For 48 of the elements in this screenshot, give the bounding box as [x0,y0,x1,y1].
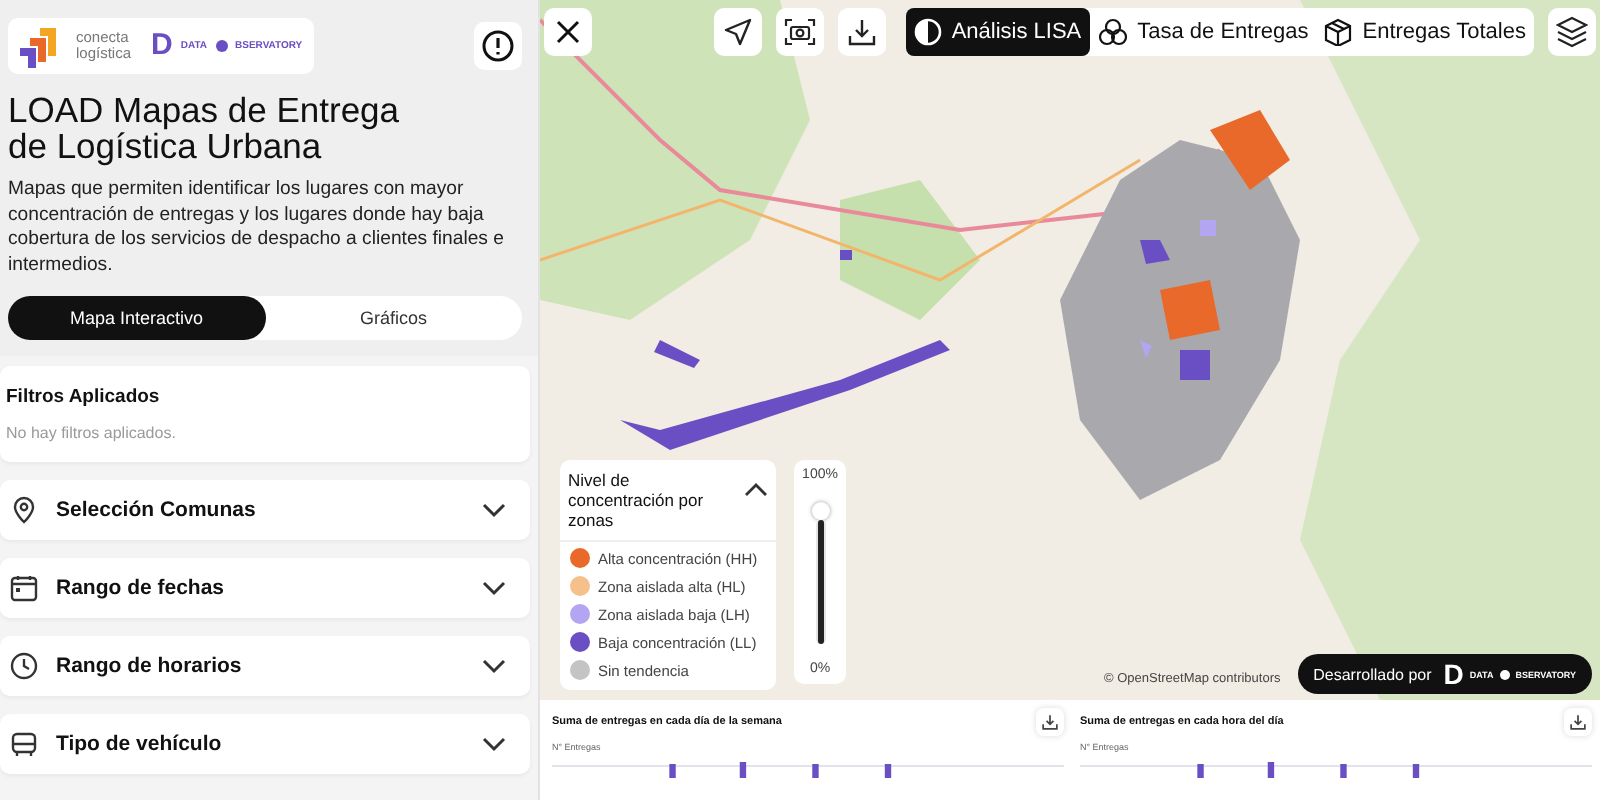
download-icon [847,18,876,46]
box-icon [1324,18,1353,46]
chevron-icon [482,580,506,596]
calendar-icon [10,574,38,602]
filter-accordion[interactable]: Rango de horarios [0,636,530,696]
download-icon [1042,714,1058,730]
screenshot-button[interactable] [775,8,824,56]
chevron-icon [482,502,506,518]
close-button[interactable] [544,8,592,56]
description: Mapas que permiten identificar los lugares con mayor concentración de entregas y los lugares donde hay baja cobertura de los servicios de despacho a clientes finales e intermedios. [8,178,506,278]
logo-letter: D [151,30,173,62]
download-button[interactable] [1564,708,1592,736]
legend-header[interactable]: Nivel de concentración por zonas [560,460,776,542]
page-title: LOAD Mapas de Entrega de Logística Urbana [8,92,402,164]
view-tab[interactable]: Gráficos [265,296,522,340]
info-button[interactable] [474,22,522,70]
slider-thumb[interactable] [811,501,829,519]
credit-label: Desarrollado por [1313,665,1432,683]
view-tab[interactable]: Mapa Interactivo [8,296,265,340]
empty-text: No hay filtros aplicados. [6,424,178,442]
chevron-icon [482,658,506,674]
layers-button[interactable] [1548,8,1596,56]
info-icon [482,30,514,62]
locate-button[interactable] [713,8,762,56]
contrast-icon [913,18,942,46]
layer-tab[interactable]: Análisis LISA [905,8,1090,56]
layer-tab[interactable]: Tasa de Entregas [1089,8,1317,56]
layers-icon [1556,16,1588,48]
chevron-icon [482,736,506,752]
filter-accordion[interactable]: Tipo de vehículo [0,714,530,774]
download-button[interactable] [1036,708,1064,736]
camera-icon [783,18,816,46]
navigation-arrow-icon [723,18,752,46]
dot-icon [1499,669,1510,679]
filter-accordion[interactable]: Rango de fechas [0,558,530,618]
dot-icon [215,40,228,52]
download-button[interactable] [837,8,886,56]
location-pin-icon [10,496,38,524]
close-icon [556,20,580,44]
chevron-icon [744,482,768,498]
logo-letter: D [1443,660,1464,688]
clock-icon [10,652,38,680]
vehicle-icon [10,730,38,758]
card-title: Filtros Aplicados [6,386,162,408]
three-circles-icon [1097,18,1128,46]
layer-tab[interactable]: Entregas Totales [1316,8,1534,56]
filter-accordion[interactable]: Selección Comunas [0,480,530,540]
download-icon [1570,714,1586,730]
